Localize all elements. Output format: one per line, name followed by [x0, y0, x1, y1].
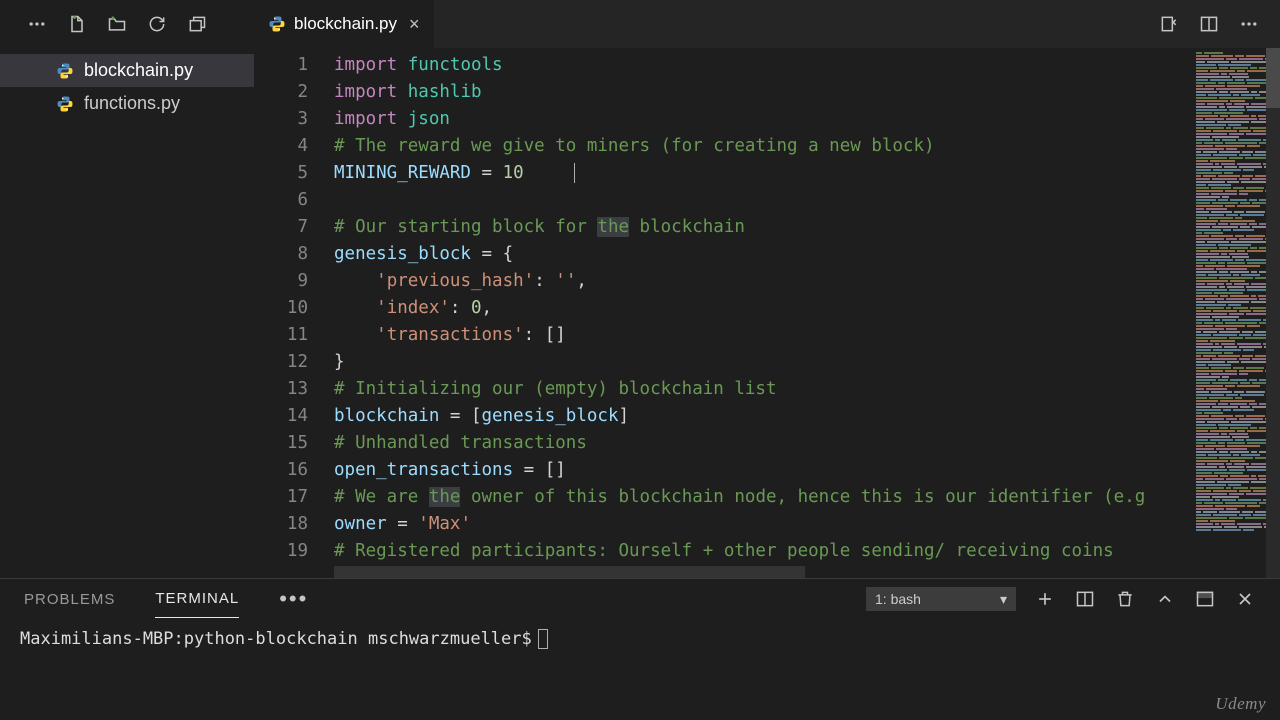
- file-label: functions.py: [84, 93, 180, 114]
- python-file-icon: [268, 15, 286, 33]
- file-explorer: blockchain.py functions.py: [0, 48, 254, 578]
- line-number-gutter: 12345678910111213141516171819: [254, 52, 334, 565]
- new-folder-icon[interactable]: [106, 13, 128, 35]
- new-terminal-icon[interactable]: [1034, 588, 1056, 610]
- terminal-selector[interactable]: 1: bash: [866, 587, 1016, 611]
- python-file-icon: [56, 95, 74, 113]
- open-changes-icon[interactable]: [1158, 13, 1180, 35]
- editor-hscrollbar[interactable]: [334, 566, 1190, 578]
- main-area: blockchain.py functions.py 1234567891011…: [0, 48, 1280, 578]
- panel-overflow-icon[interactable]: •••: [279, 586, 308, 612]
- editor-hscroll-thumb[interactable]: [334, 566, 805, 578]
- refresh-icon[interactable]: [146, 13, 168, 35]
- code-area[interactable]: import functoolsimport hashlibimport jso…: [334, 52, 1280, 565]
- explorer-actions: [0, 0, 254, 48]
- split-editor-icon[interactable]: [1198, 13, 1220, 35]
- minimap-thumb[interactable]: [1266, 48, 1280, 108]
- close-icon[interactable]: ×: [409, 14, 420, 35]
- file-item-functions[interactable]: functions.py: [0, 87, 254, 120]
- tab-blockchain[interactable]: blockchain.py ×: [254, 0, 434, 48]
- watermark: Udemy: [1215, 694, 1266, 714]
- collapse-folders-icon[interactable]: [186, 13, 208, 35]
- more-actions-icon[interactable]: [1238, 13, 1260, 35]
- split-terminal-icon[interactable]: [1074, 588, 1096, 610]
- more-icon[interactable]: [26, 13, 48, 35]
- terminal-cursor: [538, 629, 548, 649]
- panel-tabs: PROBLEMS TERMINAL ••• 1: bash: [0, 579, 1280, 619]
- new-file-icon[interactable]: [66, 13, 88, 35]
- maximize-panel-icon[interactable]: [1194, 588, 1216, 610]
- minimap-scrollbar[interactable]: [1266, 48, 1280, 578]
- editor-tabs: blockchain.py ×: [254, 0, 1158, 48]
- title-bar: blockchain.py ×: [0, 0, 1280, 48]
- editor-title-actions: [1158, 0, 1280, 48]
- terminal[interactable]: Maximilians-MBP:python-blockchain mschwa…: [0, 619, 1280, 720]
- kill-terminal-icon[interactable]: [1114, 588, 1136, 610]
- editor[interactable]: 12345678910111213141516171819 import fun…: [254, 48, 1280, 578]
- collapse-panel-icon[interactable]: [1154, 588, 1176, 610]
- file-item-blockchain[interactable]: blockchain.py: [0, 54, 254, 87]
- file-label: blockchain.py: [84, 60, 193, 81]
- tab-label: blockchain.py: [294, 14, 397, 34]
- panel-tab-terminal[interactable]: TERMINAL: [155, 580, 239, 618]
- bottom-panel: PROBLEMS TERMINAL ••• 1: bash: [0, 578, 1280, 720]
- python-file-icon: [56, 62, 74, 80]
- close-panel-icon[interactable]: [1234, 588, 1256, 610]
- terminal-prompt: Maximilians-MBP:python-blockchain mschwa…: [20, 629, 532, 649]
- panel-tab-problems[interactable]: PROBLEMS: [24, 581, 115, 618]
- minimap[interactable]: [1190, 48, 1280, 578]
